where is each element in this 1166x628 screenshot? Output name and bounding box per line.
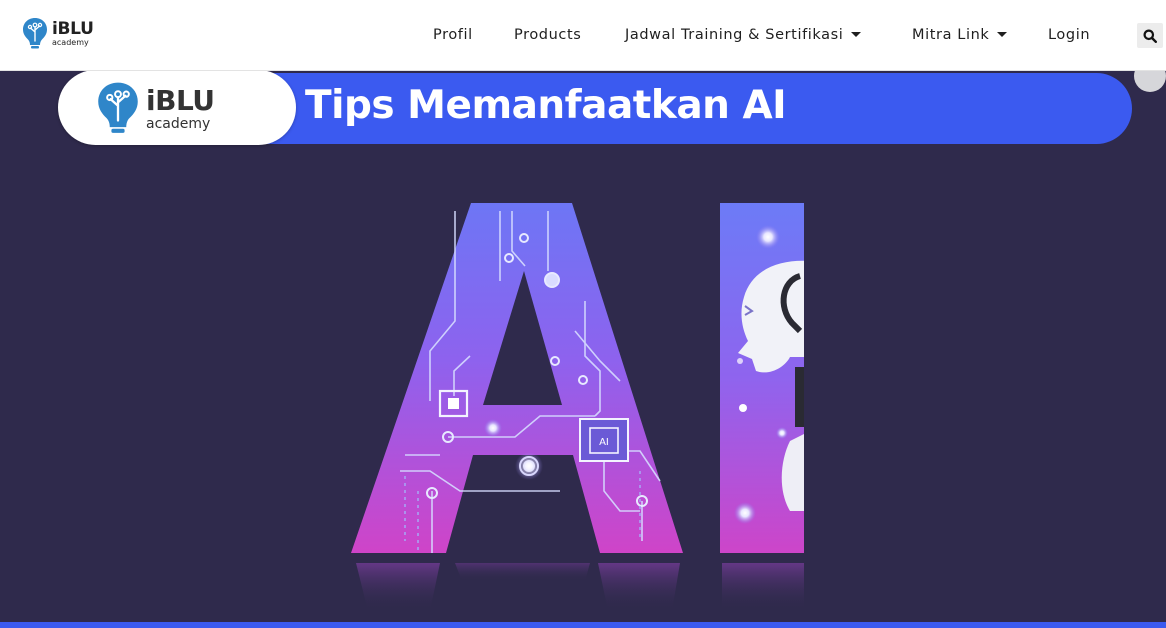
nav-item-jadwal-training[interactable]: Jadwal Training & Sertifikasi	[625, 24, 862, 46]
nav-item-login[interactable]: Login	[1048, 24, 1090, 46]
search-button[interactable]	[1137, 23, 1163, 48]
ai-chip-label: AI	[599, 437, 609, 448]
main-nav: Profil Products Jadwal Training & Sertif…	[0, 24, 1166, 46]
chevron-down-icon	[997, 31, 1008, 37]
nav-label-jadwal-training: Jadwal Training & Sertifikasi	[625, 27, 844, 43]
nav-label-login: Login	[1048, 27, 1091, 43]
nav-label-profil: Profil	[433, 27, 473, 43]
chevron-down-icon	[851, 31, 862, 37]
nav-item-products[interactable]: Products	[514, 24, 581, 46]
nav-item-profil[interactable]: Profil	[433, 24, 473, 46]
letter-a-shape	[351, 203, 683, 553]
site-header: iBLU academy Profil Products Jadwal Trai…	[0, 0, 1166, 71]
bottom-accent-strip	[0, 622, 1166, 628]
nav-label-products: Products	[514, 27, 582, 43]
ai-illustration: AI	[351, 203, 804, 611]
nav-label-mitra-link: Mitra Link	[912, 27, 990, 43]
hero-banner: Tips Memanfaatkan AI iBLU academy AI	[0, 71, 1166, 622]
search-icon	[1143, 29, 1157, 43]
nav-item-mitra-link[interactable]: Mitra Link	[912, 24, 1008, 46]
